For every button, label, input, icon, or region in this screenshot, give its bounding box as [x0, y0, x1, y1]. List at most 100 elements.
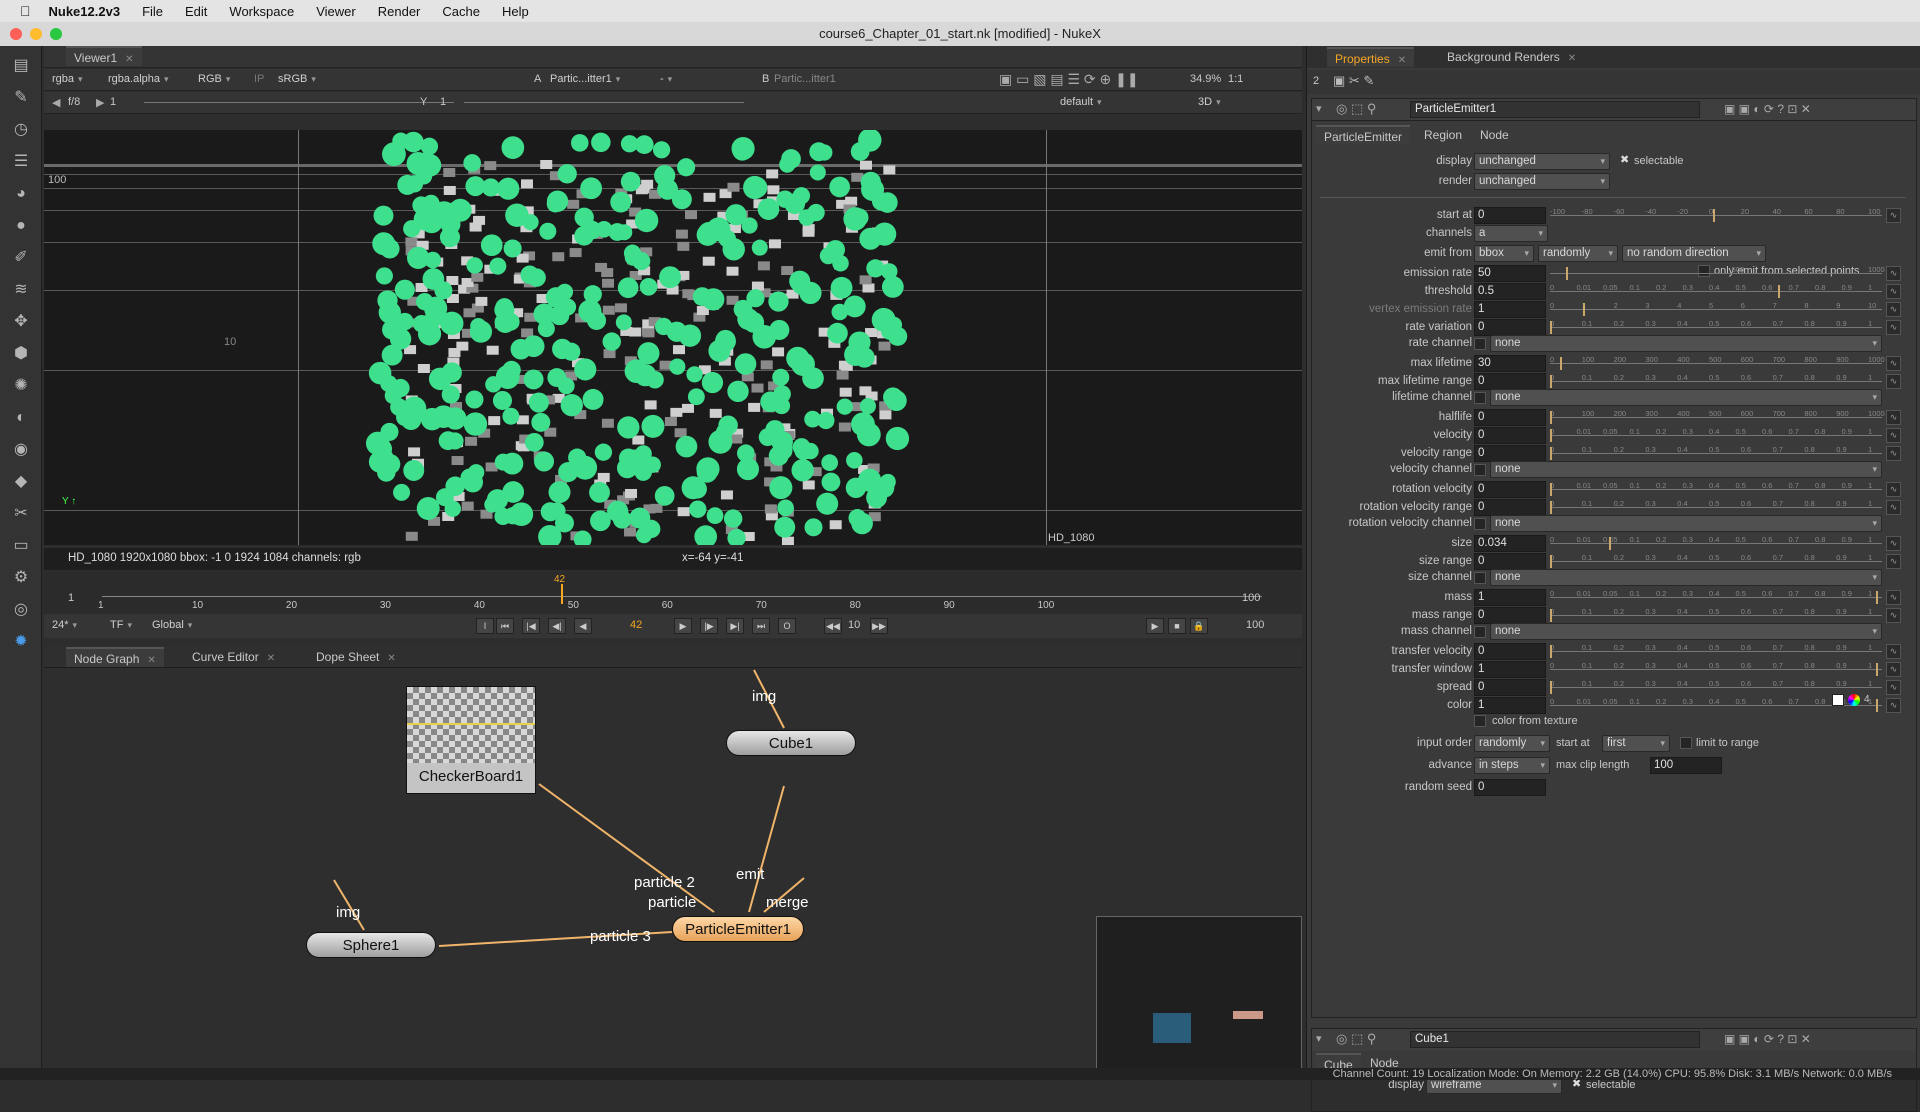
- selectable-check-icon[interactable]: ✖: [1620, 153, 1629, 166]
- tab-node-graph[interactable]: Node Graph ✕: [66, 647, 164, 667]
- minimap-view-rect[interactable]: [1153, 1013, 1191, 1043]
- slider-knob[interactable]: [1550, 555, 1552, 568]
- knob-slider[interactable]: 0 0.1 0.2 0.3 0.4 0.5 0.6 0.7 0.8 0.9 1: [1550, 373, 1882, 390]
- tab-dope-sheet[interactable]: Dope Sheet ✕: [308, 647, 404, 667]
- apple-icon[interactable]: : [20, 3, 31, 19]
- node-name-field[interactable]: ParticleEmitter1: [1410, 101, 1700, 118]
- knob-value-field[interactable]: 0.034: [1474, 535, 1546, 552]
- knob-value-field[interactable]: 1: [1474, 301, 1546, 318]
- rotation-velocity-channel-dropdown[interactable]: none: [1490, 515, 1882, 532]
- panel-window-icons[interactable]: ▣ ▣ ◐ ⟳ ? ⊡ ✕: [1724, 102, 1811, 116]
- knob-slider[interactable]: 0 100 200 300 400 500 600 700 800 900 1000: [1550, 355, 1885, 372]
- knob-slider[interactable]: 012345678910: [1550, 301, 1882, 318]
- fps-dropdown[interactable]: 24*: [48, 617, 81, 634]
- deep-icon[interactable]: ◐: [11, 408, 31, 428]
- animation-curve-icon[interactable]: ∿: [1886, 554, 1901, 569]
- subtab-node[interactable]: Node: [1472, 125, 1517, 145]
- knob-value-field[interactable]: 0: [1474, 679, 1546, 696]
- slider-knob[interactable]: [1566, 267, 1569, 280]
- knob-slider[interactable]: 0 0.1 0.2 0.3 0.4 0.5 0.6 0.7 0.8 0.9 1: [1550, 499, 1882, 516]
- velocity-channel-dropdown[interactable]: none: [1490, 461, 1882, 478]
- knob-value-field[interactable]: 0: [1474, 643, 1546, 660]
- menu-render[interactable]: Render: [378, 4, 421, 19]
- close-icon[interactable]: ✕: [125, 54, 133, 65]
- view-mode-dropdown[interactable]: 3D: [1194, 94, 1264, 111]
- animation-curve-icon[interactable]: ∿: [1886, 266, 1901, 281]
- color-channel-count[interactable]: 4: [1864, 694, 1870, 705]
- knob-value-field[interactable]: 0: [1474, 207, 1546, 224]
- mass-channel-dropdown[interactable]: none: [1490, 623, 1882, 640]
- slider-knob[interactable]: [1550, 501, 1552, 514]
- animation-curve-icon[interactable]: ∿: [1886, 410, 1901, 425]
- collapse-icon[interactable]: ▾: [1316, 1032, 1322, 1045]
- prev-keyframe-icon[interactable]: |◀: [522, 618, 540, 634]
- timeline-track[interactable]: [102, 596, 1262, 597]
- tab-viewer1[interactable]: Viewer1 ✕: [66, 46, 142, 66]
- animation-curve-icon[interactable]: ∿: [1886, 608, 1901, 623]
- animation-curve-icon[interactable]: ∿: [1886, 590, 1901, 605]
- time-icon[interactable]: ◷: [11, 120, 31, 140]
- alpha-dropdown[interactable]: rgba.alpha: [104, 71, 173, 88]
- knob-slider[interactable]: 00.010.050.10.20.30.40.50.60.70.80.91: [1550, 535, 1882, 552]
- metadata-icon[interactable]: ◆: [11, 472, 31, 492]
- knob-value-field[interactable]: 0: [1474, 409, 1546, 426]
- next-keyframe-icon[interactable]: ▶|: [726, 618, 744, 634]
- animation-curve-icon[interactable]: ∿: [1886, 644, 1901, 659]
- knob-slider[interactable]: 0 0.1 0.2 0.3 0.4 0.5 0.6 0.7 0.8 0.9 1: [1550, 643, 1882, 660]
- subtab-region[interactable]: Region: [1416, 125, 1470, 145]
- animation-curve-icon[interactable]: ∿: [1886, 680, 1901, 695]
- size-channel-checkbox[interactable]: [1474, 572, 1486, 584]
- playhead[interactable]: [561, 584, 563, 604]
- color-swatch[interactable]: [1832, 694, 1844, 706]
- knob-slider[interactable]: 0 0.1 0.2 0.3 0.4 0.5 0.6 0.7 0.8 0.9 1: [1550, 319, 1882, 336]
- knob-slider[interactable]: 0 100 200 300 400 500 600 700 800 900 1000: [1550, 409, 1885, 426]
- pixel-ratio[interactable]: 1:1: [1228, 73, 1243, 85]
- play-forward-icon[interactable]: ▶: [674, 618, 692, 634]
- tf-dropdown[interactable]: TF: [106, 617, 136, 634]
- furnace-icon[interactable]: ⚙: [11, 568, 31, 588]
- merge-icon[interactable]: ≋: [11, 280, 31, 300]
- max-panels[interactable]: 2: [1313, 75, 1319, 87]
- knob-slider[interactable]: 00.010.050.10.20.30.40.50.60.70.80.91: [1550, 589, 1882, 606]
- animation-curve-icon[interactable]: ∿: [1886, 662, 1901, 677]
- knob-slider[interactable]: 500 1000: [1550, 265, 1885, 282]
- animation-curve-icon[interactable]: ∿: [1886, 446, 1901, 461]
- plugin-icon[interactable]: ◎: [11, 600, 31, 620]
- animation-curve-icon[interactable]: ∿: [1886, 482, 1901, 497]
- lock-icon[interactable]: 🔒: [1190, 618, 1208, 634]
- zoom-level[interactable]: 34.9%: [1190, 73, 1221, 85]
- menu-cache[interactable]: Cache: [442, 4, 480, 19]
- knob-value-field[interactable]: 0: [1474, 553, 1546, 570]
- knob-value-field[interactable]: 0: [1474, 499, 1546, 516]
- in-point-button[interactable]: I: [476, 618, 494, 634]
- prev-icon[interactable]: ◀: [52, 96, 60, 109]
- emit-mode-dropdown[interactable]: randomly: [1538, 245, 1618, 262]
- knob-slider[interactable]: 0 0.1 0.2 0.3 0.4 0.5 0.6 0.7 0.8 0.9 1: [1550, 607, 1882, 624]
- knob-slider[interactable]: 0 0.1 0.2 0.3 0.4 0.5 0.6 0.7 0.8 0.9 1: [1550, 553, 1882, 570]
- animation-curve-icon[interactable]: ∿: [1886, 374, 1901, 389]
- tab-properties[interactable]: Properties ✕: [1327, 47, 1415, 67]
- velocity-channel-checkbox[interactable]: [1474, 464, 1486, 476]
- play-backward-icon[interactable]: ◀: [574, 618, 592, 634]
- knob-slider[interactable]: 0 0.1 0.2 0.3 0.4 0.5 0.6 0.7 0.8 0.9 1: [1550, 445, 1882, 462]
- slider-knob[interactable]: [1550, 609, 1552, 622]
- knob-slider[interactable]: 00.010.050.10.20.30.40.50.60.70.80.91: [1550, 427, 1882, 444]
- collapse-icon[interactable]: ▾: [1316, 102, 1322, 115]
- lifetime-channel-checkbox[interactable]: [1474, 392, 1486, 404]
- menu-help[interactable]: Help: [502, 4, 529, 19]
- gamma-slider[interactable]: [464, 102, 744, 103]
- advance-dropdown[interactable]: in steps: [1474, 757, 1550, 774]
- slider-knob[interactable]: [1713, 209, 1715, 222]
- panel-window-icons[interactable]: ▣ ▣ ◐ ⟳ ? ⊡ ✕: [1724, 1032, 1811, 1046]
- knob-value-field[interactable]: 1: [1474, 589, 1546, 606]
- knob-value-field[interactable]: 0: [1474, 445, 1546, 462]
- size-channel-dropdown[interactable]: none: [1490, 569, 1882, 586]
- render-dropdown[interactable]: unchanged: [1474, 173, 1610, 190]
- other-icon[interactable]: ▭: [11, 536, 31, 556]
- next-icon[interactable]: ▶: [96, 96, 104, 109]
- slider-knob[interactable]: [1550, 645, 1552, 658]
- keyer-icon[interactable]: ✐: [11, 248, 31, 268]
- frame-step[interactable]: 1: [110, 96, 116, 108]
- animation-curve-icon[interactable]: ∿: [1886, 356, 1901, 371]
- close-window-button[interactable]: [10, 28, 22, 40]
